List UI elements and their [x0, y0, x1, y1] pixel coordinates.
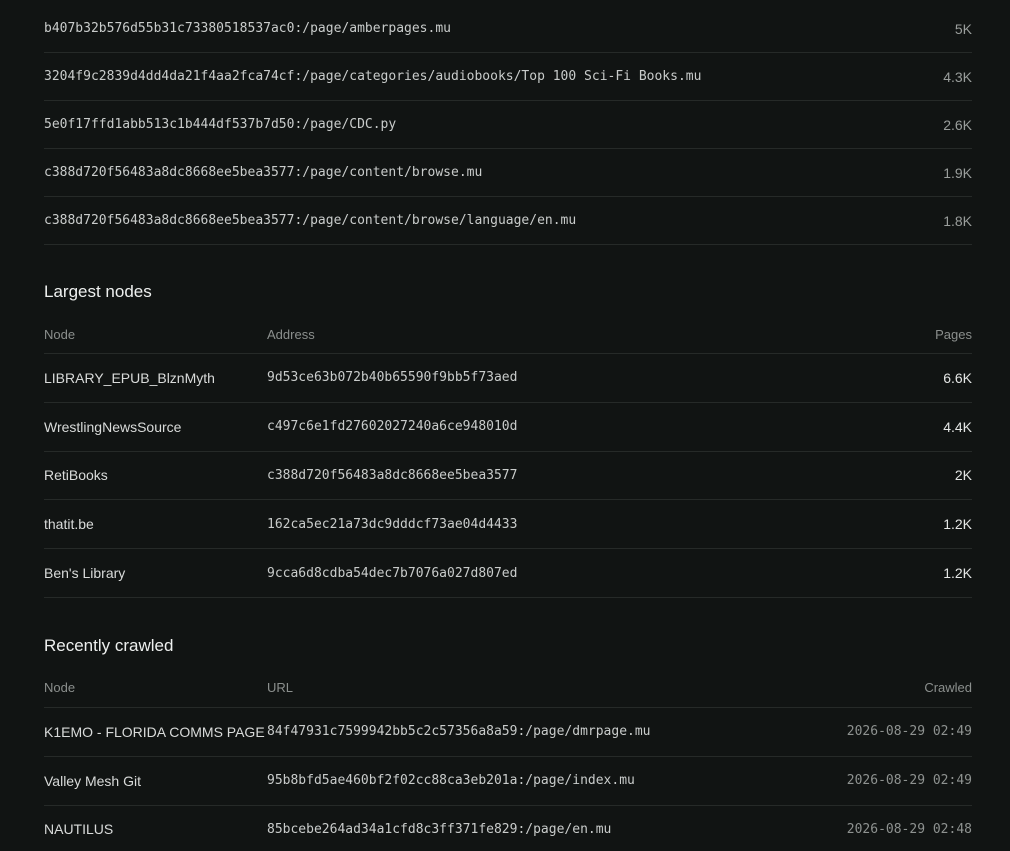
node-name[interactable]: thatit.be [44, 516, 267, 532]
node-address[interactable]: 9d53ce63b072b40b65590f9bb5f73aed [267, 370, 943, 385]
column-header-node: Node [44, 680, 76, 696]
table-row[interactable]: Ben's Library 9cca6d8cdba54dec7b7076a027… [44, 549, 972, 598]
node-name[interactable]: LIBRARY_EPUB_BlznMyth [44, 370, 267, 386]
node-name[interactable]: Ben's Library [44, 565, 267, 581]
page-path[interactable]: 3204f9c2839d4dd4da21f4aa2fca74cf:/page/c… [44, 69, 701, 84]
page-count: 1.9K [943, 164, 972, 181]
node-pages: 6.6K [943, 369, 972, 386]
node-address[interactable]: 9cca6d8cdba54dec7b7076a027d807ed [267, 566, 943, 581]
table-header: Node URL Crawled [44, 669, 972, 708]
section-title: Largest nodes [44, 282, 152, 301]
page-path[interactable]: 5e0f17ffd1abb513c1b444df537b7d50:/page/C… [44, 117, 396, 132]
node-name[interactable]: K1EMO - FLORIDA COMMS PAGE [44, 724, 267, 740]
crawled-timestamp: 2026-08-29 02:49 [846, 724, 972, 740]
table-row[interactable]: Valley Mesh Git 95b8bfd5ae460bf2f02cc88c… [44, 757, 972, 806]
table-row[interactable]: LIBRARY_EPUB_BlznMyth 9d53ce63b072b40b65… [44, 354, 972, 403]
table-row[interactable]: NAUTILUS 85bcebe264ad34a1cfd8c3ff371fe82… [44, 806, 972, 851]
list-item[interactable]: c388d720f56483a8dc8668ee5bea3577:/page/c… [44, 197, 972, 245]
content: b407b32b576d55b31c73380518537ac0:/page/a… [44, 5, 972, 851]
page-url[interactable]: 85bcebe264ad34a1cfd8c3ff371fe829:/page/e… [267, 822, 847, 837]
node-name[interactable]: RetiBooks [44, 467, 267, 483]
page-url[interactable]: 95b8bfd5ae460bf2f02cc88ca3eb201a:/page/i… [267, 773, 847, 788]
top-pages-list: b407b32b576d55b31c73380518537ac0:/page/a… [44, 5, 972, 245]
node-pages: 4.4K [943, 418, 972, 435]
page-count: 2.6K [943, 116, 972, 133]
page-count: 5K [954, 20, 972, 37]
table-row[interactable]: WrestlingNewsSource c497c6e1fd2760202724… [44, 403, 972, 452]
page: b407b32b576d55b31c73380518537ac0:/page/a… [0, 0, 1010, 851]
page-count: 1.8K [943, 212, 972, 229]
table-header: Node Address Pages [44, 315, 972, 354]
list-item[interactable]: c388d720f56483a8dc8668ee5bea3577:/page/c… [44, 149, 972, 197]
page-path[interactable]: c388d720f56483a8dc8668ee5bea3577:/page/c… [44, 165, 482, 180]
crawled-timestamp: 2026-08-29 02:49 [846, 773, 972, 789]
table-row[interactable]: K1EMO - FLORIDA COMMS PAGE 84f47931c7599… [44, 708, 972, 757]
node-name[interactable]: NAUTILUS [44, 821, 267, 837]
list-item[interactable]: 5e0f17ffd1abb513c1b444df537b7d50:/page/C… [44, 101, 972, 149]
table-row[interactable]: thatit.be 162ca5ec21a73dc9dddcf73ae04d44… [44, 500, 972, 550]
node-address[interactable]: c497c6e1fd27602027240a6ce948010d [267, 419, 943, 434]
section-title: Recently crawled [44, 635, 174, 655]
list-item[interactable]: b407b32b576d55b31c73380518537ac0:/page/a… [44, 5, 972, 53]
recently-crawled-section: Recently crawled Node URL Crawled K1EMO … [44, 634, 972, 851]
recently-crawled-table: K1EMO - FLORIDA COMMS PAGE 84f47931c7599… [44, 708, 972, 851]
column-header-node: Node [44, 326, 76, 342]
column-header-pages: Pages [935, 326, 972, 342]
table-row[interactable]: RetiBooks c388d720f56483a8dc8668ee5bea35… [44, 452, 972, 501]
page-path[interactable]: b407b32b576d55b31c73380518537ac0:/page/a… [44, 21, 451, 36]
node-name[interactable]: WrestlingNewsSource [44, 419, 267, 435]
list-item[interactable]: 3204f9c2839d4dd4da21f4aa2fca74cf:/page/c… [44, 53, 972, 101]
node-name[interactable]: Valley Mesh Git [44, 773, 267, 789]
node-address[interactable]: c388d720f56483a8dc8668ee5bea3577 [267, 468, 955, 483]
column-header-address: Address [267, 326, 315, 342]
column-header-url: URL [267, 680, 294, 696]
largest-nodes-section: Largest nodes Node Address Pages LIBRARY… [44, 280, 972, 598]
node-pages: 1.2K [943, 516, 972, 533]
page-url[interactable]: 84f47931c7599942bb5c2c57356a8a59:/page/d… [267, 724, 847, 739]
crawled-timestamp: 2026-08-29 02:48 [846, 821, 972, 837]
node-address[interactable]: 162ca5ec21a73dc9dddcf73ae04d4433 [267, 517, 943, 532]
page-path[interactable]: c388d720f56483a8dc8668ee5bea3577:/page/c… [44, 213, 576, 228]
column-header-crawled: Crawled [924, 680, 972, 696]
node-pages: 1.2K [943, 565, 972, 582]
node-pages: 2K [954, 467, 972, 484]
largest-nodes-table: LIBRARY_EPUB_BlznMyth 9d53ce63b072b40b65… [44, 354, 972, 598]
page-count: 4.3K [943, 68, 972, 85]
